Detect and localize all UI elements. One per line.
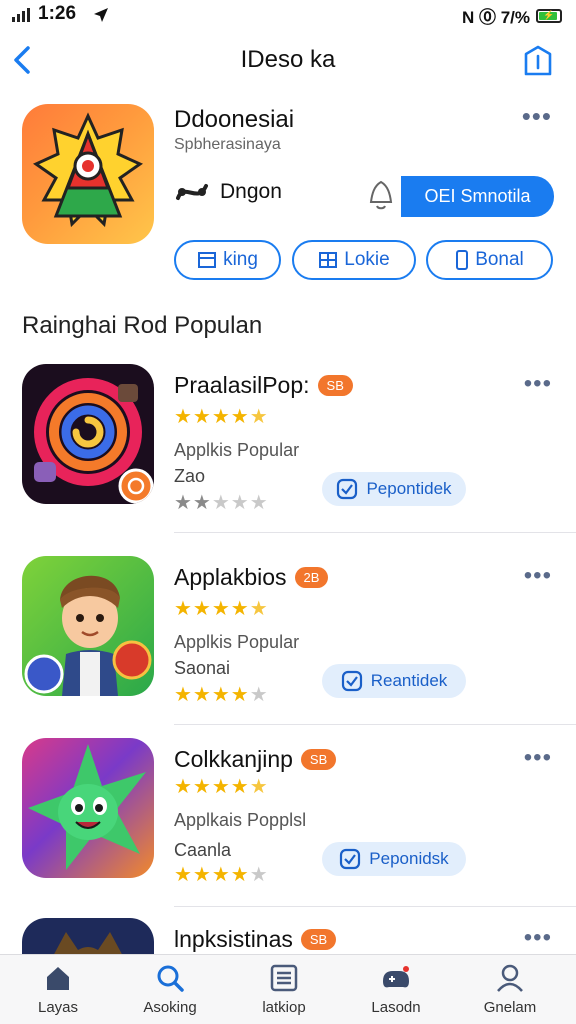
status-time: 1:26 (38, 3, 77, 24)
secondary-rating: ★★★★★ (174, 684, 269, 706)
pill-lokie[interactable]: Lokie (292, 240, 416, 280)
app-badge: SB (300, 749, 337, 770)
more-options-icon[interactable]: ••• (524, 564, 552, 588)
list-item[interactable]: lnpksistinas SB ••• (0, 918, 576, 954)
developer-icon (176, 184, 208, 200)
list-item[interactable]: PraalasilPop: SB ★★★★★ Applkis Popular Z… (0, 364, 576, 534)
developer-name[interactable]: Dngon (220, 180, 282, 204)
app-icon[interactable] (22, 738, 154, 878)
checkmark-shield-icon (340, 848, 361, 870)
secondary-rating: ★★★★★ (174, 864, 269, 886)
app-icon[interactable] (22, 918, 154, 954)
tab-bar: Layas Asoking latkiop Lasodn Gnelam (0, 954, 576, 1024)
calendar-icon (198, 252, 217, 268)
rating-stars: ★★★★★ (174, 598, 269, 620)
tab-label: Lasodn (371, 999, 421, 1016)
location-arrow-icon (94, 8, 108, 22)
rating-stars: ★★★★★ (174, 776, 269, 798)
home-icon (47, 967, 69, 990)
recommend-button[interactable]: Peponidsk (322, 842, 466, 876)
battery-icon: ⚡ (536, 8, 562, 23)
search-icon (157, 965, 184, 992)
recommend-label: Reantidek (370, 671, 448, 690)
app-name: Colkkanjinp (174, 746, 293, 772)
pill-king[interactable]: king (174, 240, 281, 280)
app-icon[interactable] (22, 364, 154, 504)
recommend-label: Peponidsk (369, 849, 449, 868)
status-bar: 1:26 N ⓪ 7/% ⚡ (0, 0, 576, 28)
checkmark-shield-icon (337, 478, 358, 500)
featured-app-icon[interactable] (22, 104, 154, 244)
section-title: Rainghai Rod Populan (22, 312, 263, 339)
tab-list[interactable]: latkiop (234, 963, 334, 1023)
recommend-button[interactable]: Pepontidek (322, 472, 466, 506)
get-button[interactable]: OEI Smnotila (401, 176, 554, 217)
app-badge: SB (300, 929, 337, 950)
grid-icon (319, 252, 338, 268)
divider (174, 724, 576, 725)
tab-label: Asoking (143, 999, 197, 1016)
app-icon[interactable] (22, 556, 154, 696)
pill-bonal[interactable]: Bonal (426, 240, 553, 280)
tab-home[interactable]: Layas (8, 963, 108, 1023)
tab-games[interactable]: Lasodn (346, 963, 446, 1023)
app-name: PraalasilPop: (174, 372, 310, 398)
app-description: Applkis Popular (174, 440, 300, 460)
checkmark-shield-icon (341, 670, 362, 692)
app-subtitle: Caanla (174, 840, 232, 860)
secondary-rating: ★★★★★ (174, 492, 269, 514)
app-name: lnpksistinas (174, 926, 293, 952)
app-description: Applkais Popplsl (174, 810, 307, 830)
divider (174, 532, 576, 533)
more-options-icon[interactable]: ••• (522, 103, 552, 129)
tab-label: Gnelam (483, 999, 537, 1016)
app-name: Applakbios (174, 564, 287, 590)
game-controller-icon (383, 966, 409, 988)
signal-icon (12, 8, 30, 22)
notification-bell-icon[interactable] (366, 178, 396, 212)
divider (174, 906, 576, 907)
list-item[interactable]: Colkkanjinp SB ★★★★★ Applkais Popplsl Ca… (0, 738, 576, 908)
pill-label: Lokie (344, 249, 390, 270)
more-options-icon[interactable]: ••• (524, 746, 552, 770)
app-badge: SB (317, 375, 353, 396)
featured-app-name: Ddoonesiai (174, 106, 295, 133)
navigation-bar: IDeso ka (0, 36, 576, 84)
phone-icon (456, 250, 469, 270)
recommend-button[interactable]: Reantidek (322, 664, 466, 698)
tab-label: latkiop (262, 999, 306, 1016)
pill-label: Bonal (475, 249, 524, 270)
app-description: Applkis Popular (174, 632, 300, 652)
featured-app: Ddoonesiai Spbherasinaya ••• Dngon OEI S… (0, 100, 576, 290)
tab-profile[interactable]: Gnelam (460, 963, 560, 1023)
status-indicators: N ⓪ 7/% (461, 8, 530, 27)
app-subtitle: Zao (174, 466, 206, 486)
profile-icon (497, 964, 523, 992)
recommend-label: Pepontidek (366, 479, 452, 498)
list-item[interactable]: Applakbios 2B ★★★★★ Applkis Popular Saon… (0, 556, 576, 726)
page-title: IDeso ka (240, 46, 336, 73)
app-badge: 2B (294, 567, 329, 588)
more-options-icon[interactable]: ••• (524, 372, 552, 396)
rating-stars: ★★★★★ (174, 406, 269, 428)
app-subtitle: Saonai (174, 658, 231, 678)
share-icon[interactable] (522, 44, 554, 78)
pill-label: king (223, 249, 258, 270)
more-options-icon[interactable]: ••• (524, 926, 552, 950)
tab-search[interactable]: Asoking (120, 963, 220, 1023)
tab-label: Layas (37, 999, 79, 1016)
featured-app-subtitle: Spbherasinaya (174, 136, 281, 153)
list-icon (270, 964, 298, 992)
